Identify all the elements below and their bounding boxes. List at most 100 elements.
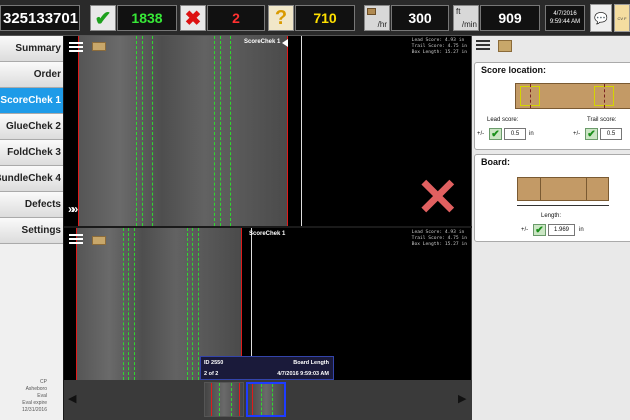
cv-button-label: CV F xyxy=(617,15,627,21)
unknown-count: 710 xyxy=(295,5,355,31)
min-unit-label: /min xyxy=(461,20,477,29)
prev-arrow-icon[interactable]: ◀ xyxy=(68,392,76,405)
thumb-score-line xyxy=(272,384,273,415)
box-length-readout: Box Length: 15.27 in xyxy=(411,242,467,247)
menu-icon[interactable] xyxy=(69,42,83,53)
thumb-score-line xyxy=(219,383,220,416)
lead-edge-line xyxy=(76,228,77,380)
sidebar-item-defects[interactable]: Defects xyxy=(0,192,63,218)
trail-score-mark xyxy=(604,84,605,108)
ft-unit-label: ft xyxy=(456,7,461,16)
lead-score-input[interactable]: 0.5 xyxy=(504,128,526,140)
sidebar-item-label: BundleChek 4 xyxy=(0,173,61,184)
sidebar-item-foldchek-3[interactable]: FoldChek 3 xyxy=(0,140,63,166)
fast-forward-icon[interactable]: »» xyxy=(68,202,79,216)
score-line xyxy=(136,36,137,226)
group-title: Score location: xyxy=(481,65,547,75)
tolerance-prefix: +/- xyxy=(521,227,529,233)
thumb-edge-line xyxy=(211,383,212,416)
camera-label: ScoreChek 1 xyxy=(244,39,281,45)
board-hr-icon: /hr xyxy=(364,5,390,31)
lead-score-mark xyxy=(530,84,531,108)
score-line xyxy=(198,228,199,380)
unit-label: in xyxy=(529,131,534,137)
sidebar-item-summary[interactable]: Summary xyxy=(0,36,63,62)
sidebar-item-order[interactable]: Order xyxy=(0,62,63,88)
settings-panel: Score location: Lead score: +/- ✔ 0.5 in… xyxy=(472,36,630,420)
board-index: 2 of 2 xyxy=(204,371,219,377)
length-enable-checkbox[interactable]: ✔ xyxy=(533,224,546,236)
order-serial: 325133701 xyxy=(0,5,80,31)
sidebar-item-label: GlueChek 2 xyxy=(5,121,61,132)
measurement-readout: Lead Score: 4.93 in Trail Score: 4.75 in… xyxy=(412,38,467,56)
board-id: ID 2550 xyxy=(204,360,224,366)
collapse-arrow-icon[interactable] xyxy=(282,39,288,47)
sidebar-item-settings[interactable]: Settings xyxy=(0,218,63,244)
feet-per-minute: 909 xyxy=(480,5,540,31)
score-line xyxy=(134,228,135,380)
lead-score-enable-checkbox[interactable]: ✔ xyxy=(489,128,502,140)
menu-icon[interactable] xyxy=(69,234,83,245)
trail-score-enable-checkbox[interactable]: ✔ xyxy=(585,128,598,140)
thumbnail[interactable] xyxy=(204,382,244,417)
hr-unit-label: /hr xyxy=(377,20,387,29)
cv-button[interactable]: CV F xyxy=(614,4,630,32)
good-count: 1838 xyxy=(117,5,177,31)
trail-score-input[interactable]: 0.5 xyxy=(600,128,622,140)
thumb-edge-line xyxy=(252,384,253,415)
reference-line xyxy=(301,36,302,226)
thumb-edge-line xyxy=(239,383,240,416)
license-line: CP xyxy=(40,379,47,385)
thumbnail-selected[interactable] xyxy=(246,382,286,417)
board-diagram xyxy=(515,83,630,109)
chat-button[interactable]: 💬 xyxy=(590,4,612,32)
score-line xyxy=(142,36,143,226)
next-arrow-icon[interactable]: ▶ xyxy=(458,392,466,405)
license-line: Asheboro xyxy=(25,386,47,392)
ft-min-icon: ft /min xyxy=(453,5,479,31)
check-icon: ✔ xyxy=(90,5,116,31)
reject-x-icon: ✕ xyxy=(416,169,460,226)
sidebar-item-gluechek-2[interactable]: GlueChek 2 xyxy=(0,114,63,140)
lead-score-label: Lead score: xyxy=(487,117,519,123)
license-line: 12/31/2016 xyxy=(21,407,47,413)
board-icon xyxy=(92,236,106,245)
sidebar-item-label: Order xyxy=(33,69,61,80)
license-info: CP Asheboro Eval Eval expire 12/31/2016 xyxy=(0,379,63,414)
box-length-readout: Box Length: 15.27 in xyxy=(411,50,467,55)
board-icon[interactable] xyxy=(498,40,512,52)
trail-score-label: Trail score: xyxy=(587,117,617,123)
board-timestamp: 4/7/2016 9:59:03 AM xyxy=(277,371,329,377)
license-line: Eval expire xyxy=(22,400,47,406)
thumb-score-line xyxy=(231,383,232,416)
score-line xyxy=(214,36,215,226)
camera-view-top[interactable]: ScoreChek 1 Lead Score: 4.93 in Trail Sc… xyxy=(64,36,472,226)
length-input[interactable]: 1.969 xyxy=(548,224,575,236)
boards-per-hour: 300 xyxy=(391,5,449,31)
lead-edge-line xyxy=(78,36,79,226)
menu-icon[interactable] xyxy=(476,40,490,52)
date: 4/7/2016 xyxy=(553,11,577,17)
board-info-panel: ID 2550 Board Length 2 of 2 4/7/2016 9:5… xyxy=(200,356,334,380)
board-image xyxy=(78,36,288,226)
time: 9:59:44 AM xyxy=(549,19,581,25)
thumbnail-strip: ◀ ▶ xyxy=(64,380,472,420)
group-title: Board: xyxy=(481,157,510,167)
sidebar-item-label: Settings xyxy=(21,225,61,236)
sidebar-item-label: FoldChek 3 xyxy=(7,147,61,158)
board-icon xyxy=(92,42,106,51)
length-label: Length: xyxy=(541,213,562,219)
score-line xyxy=(230,36,231,226)
measurement-readout: Lead Score: 4.93 in Trail Score: 4.75 in… xyxy=(412,230,467,248)
score-line xyxy=(187,228,188,380)
trail-edge-line xyxy=(287,36,288,226)
board-fold-line xyxy=(540,178,541,200)
sidebar-item-scorechek-1[interactable]: ScoreChek 1 xyxy=(0,88,63,114)
question-icon: ? xyxy=(268,5,294,31)
tolerance-prefix: +/- xyxy=(477,131,485,137)
length-dimension-line xyxy=(517,205,609,206)
thumb-score-line xyxy=(261,384,262,415)
sidebar-item-bundlechek-4[interactable]: BundleChek 4 xyxy=(0,166,63,192)
unit-label: in xyxy=(579,227,584,233)
score-location-group: Score location: Lead score: +/- ✔ 0.5 in… xyxy=(474,62,630,150)
